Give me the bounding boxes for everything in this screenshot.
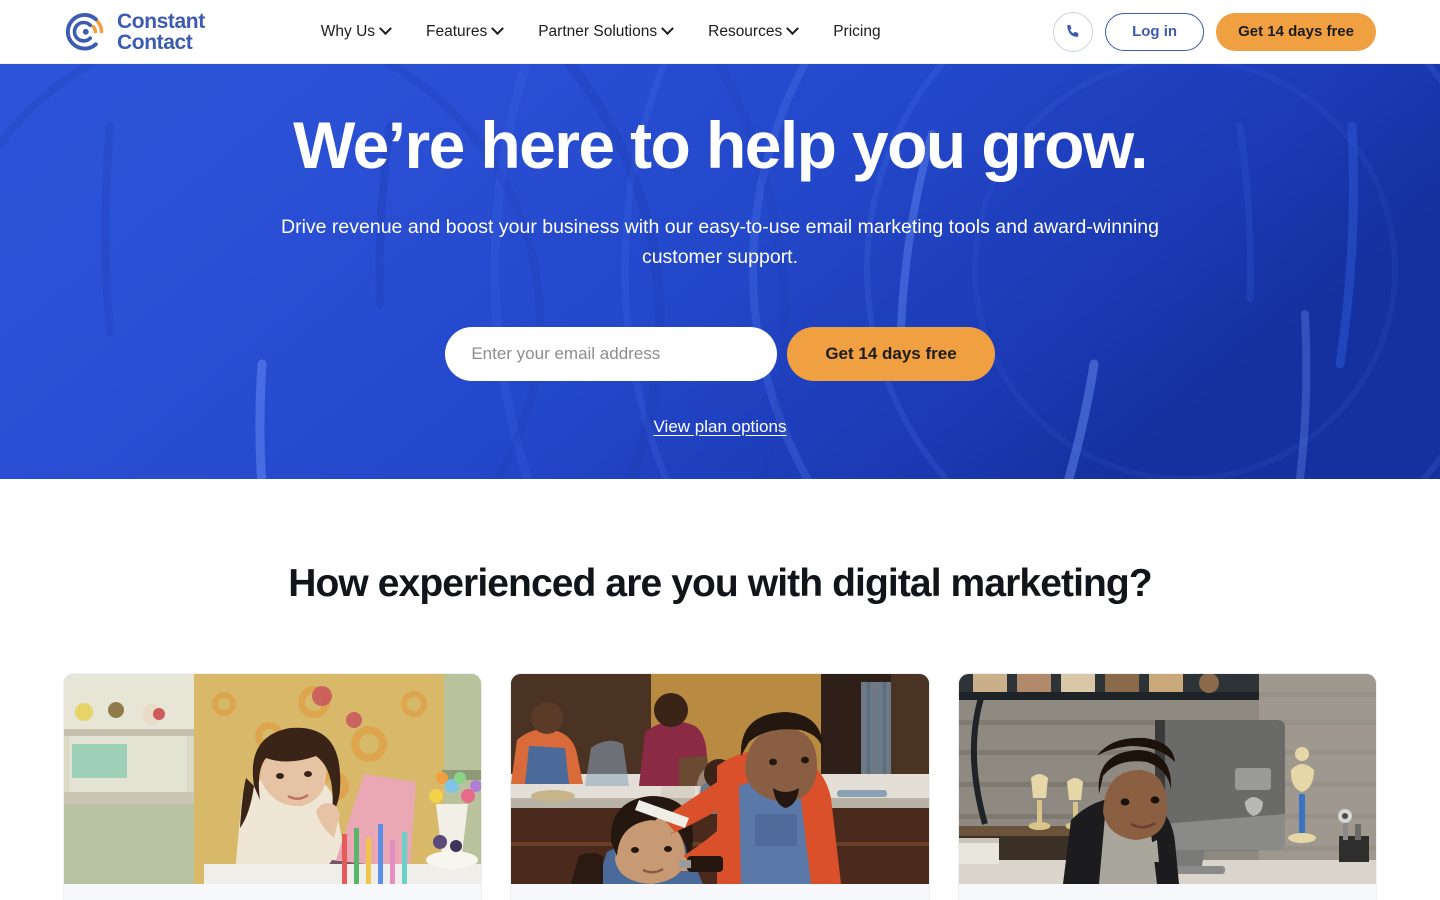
phone-button[interactable]	[1053, 11, 1094, 52]
phone-icon	[1066, 24, 1078, 37]
chevron-down-icon	[491, 22, 505, 36]
card-body	[958, 884, 1376, 900]
card-image-woman-with-laptop	[64, 674, 482, 884]
section-title: How experienced are you with digital mar…	[288, 562, 1152, 605]
card-body	[64, 884, 482, 900]
hero-trial-button[interactable]: Get 14 days free	[787, 327, 995, 381]
card-image-woman-at-computer	[958, 674, 1376, 884]
hero-title: We’re here to help you grow.	[293, 108, 1148, 182]
hero-section: We’re here to help you grow. Drive reven…	[0, 64, 1440, 479]
nav-item-label: Pricing	[833, 22, 881, 40]
experience-card[interactable]	[64, 674, 482, 900]
main-navigation: Why Us Features Partner Solutions Resour…	[320, 22, 881, 41]
nav-item-pricing[interactable]: Pricing	[833, 23, 880, 41]
nav-item-label: Why Us	[320, 22, 376, 40]
nav-item-resources[interactable]: Resources	[708, 22, 800, 41]
chevron-down-icon	[786, 22, 800, 36]
experience-section: How experienced are you with digital mar…	[0, 479, 1440, 900]
email-input[interactable]	[445, 327, 778, 381]
experience-card[interactable]	[511, 674, 929, 900]
logo-line-1: Constant	[117, 9, 205, 33]
nav-item-label: Resources	[708, 22, 783, 40]
header-trial-button[interactable]: Get 14 days free	[1216, 12, 1376, 51]
nav-item-partner-solutions[interactable]: Partner Solutions	[538, 22, 674, 41]
nav-item-features[interactable]: Features	[426, 22, 505, 41]
site-logo-text: Constant Contact	[117, 11, 205, 53]
experience-card-list	[64, 674, 1376, 900]
chevron-down-icon	[379, 22, 392, 36]
constant-contact-logo-icon	[65, 12, 104, 50]
view-plan-options-link[interactable]: View plan options	[654, 417, 787, 437]
chevron-down-icon	[661, 22, 674, 36]
site-logo[interactable]: Constant Contact	[64, 10, 205, 54]
card-body	[511, 884, 929, 900]
nav-item-label: Partner Solutions	[538, 22, 658, 40]
site-header: Constant Contact Why Us Features Partner …	[0, 0, 1440, 64]
hero-subtitle: Drive revenue and boost your business wi…	[281, 216, 1159, 268]
hero-content: We’re here to help you grow. Drive reven…	[0, 64, 1440, 437]
header-actions: Log in Get 14 days free	[1053, 11, 1376, 52]
experience-card[interactable]	[958, 674, 1376, 900]
nav-item-label: Features	[426, 22, 488, 40]
card-image-barber-cutting-hair	[511, 674, 929, 884]
hero-signup-form: Get 14 days free	[0, 327, 1440, 381]
nav-item-why-us[interactable]: Why Us	[320, 22, 392, 41]
login-button[interactable]: Log in	[1105, 12, 1205, 51]
logo-line-2: Contact	[117, 30, 193, 54]
